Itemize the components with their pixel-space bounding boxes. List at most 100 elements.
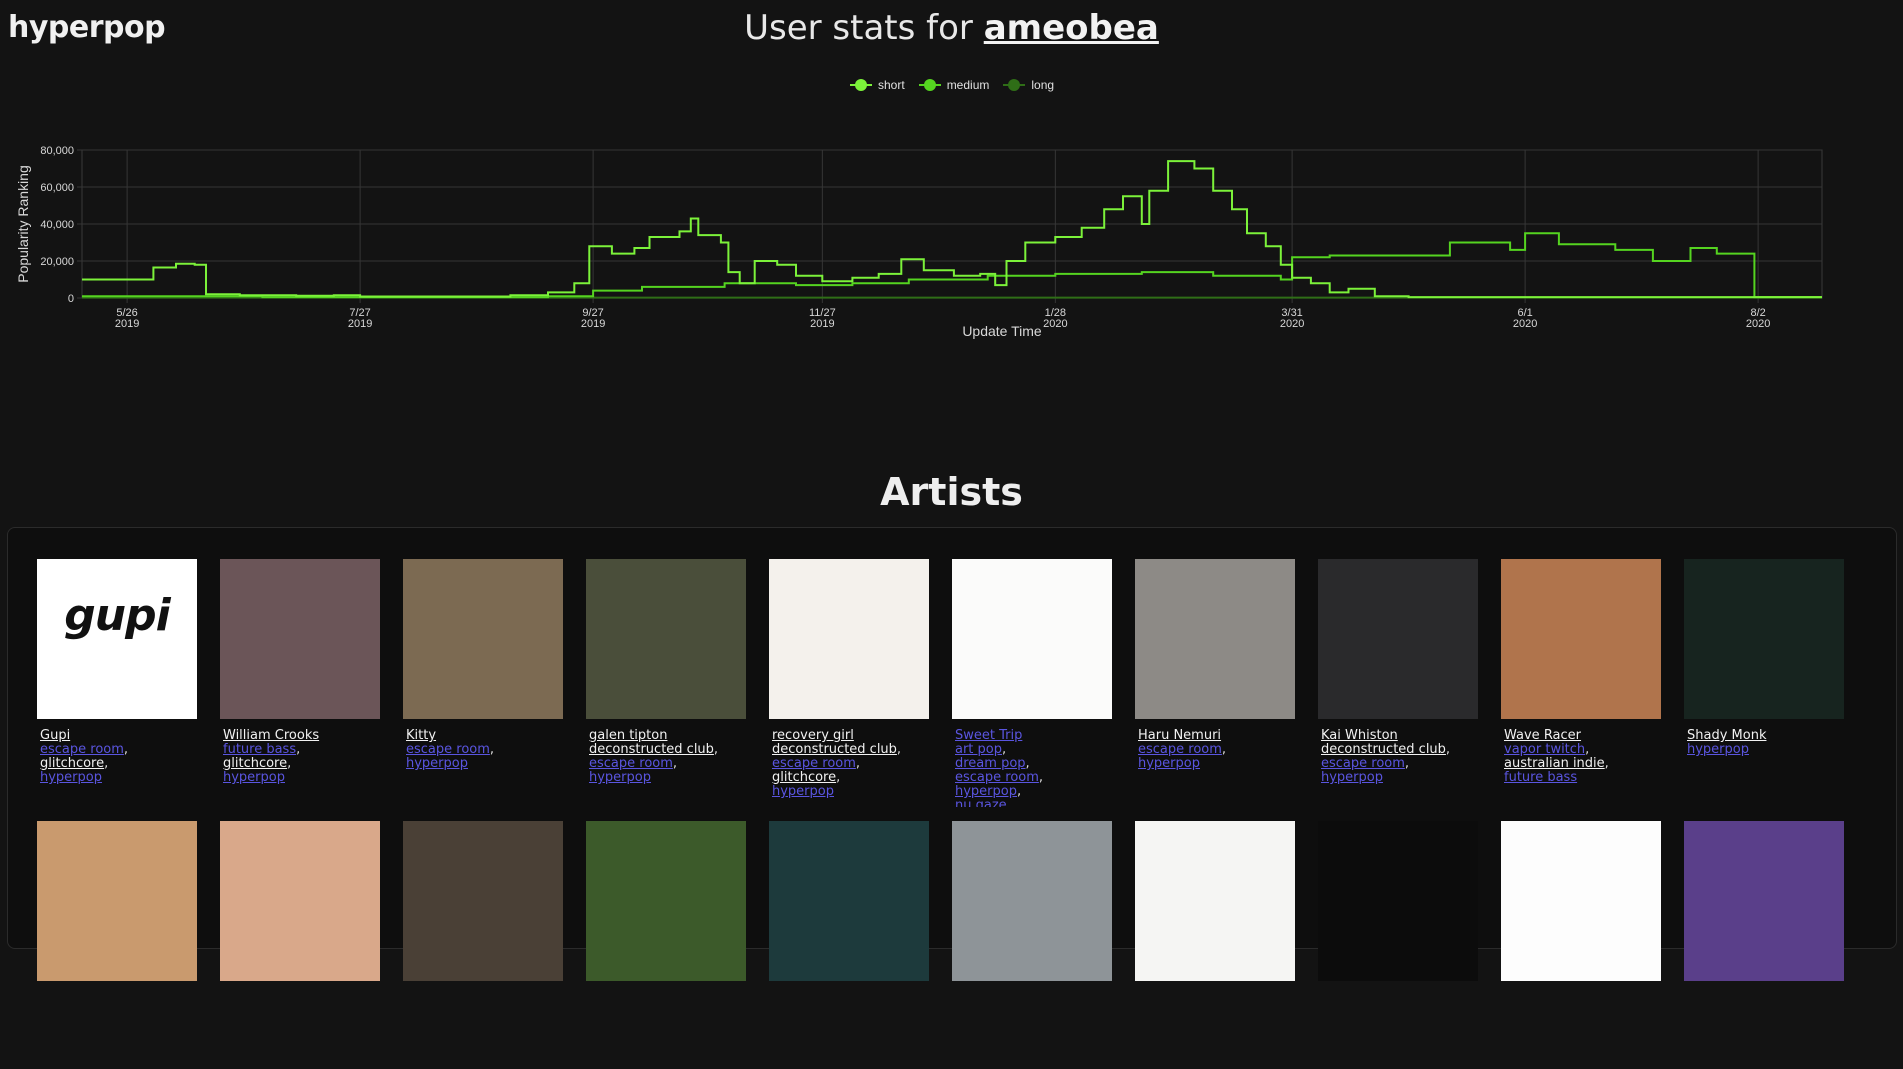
genre-link[interactable]: hyperpop: [1687, 742, 1749, 757]
artist-name-link[interactable]: Haru Nemuri: [1138, 729, 1221, 743]
genre-link[interactable]: deconstructed club: [1321, 742, 1446, 757]
x-axis-label: Update Time: [962, 323, 1042, 339]
artist-card: [1684, 821, 1844, 1069]
genre-link[interactable]: hyperpop: [589, 770, 651, 785]
artist-name-link[interactable]: Wave Racer: [1504, 729, 1581, 743]
artist-name-link[interactable]: Sweet Trip: [955, 729, 1022, 743]
artist-image[interactable]: [37, 821, 197, 981]
artist-image[interactable]: [952, 559, 1112, 719]
artist-genres: art pop, dream pop, escape room, hyperpo…: [955, 742, 1112, 808]
genre-link[interactable]: escape room: [772, 756, 856, 771]
artist-image[interactable]: [220, 559, 380, 719]
artist-image[interactable]: [586, 559, 746, 719]
artist-card: [37, 821, 197, 1069]
artist-image[interactable]: [1135, 559, 1295, 719]
artist-image[interactable]: [952, 821, 1112, 981]
artist-image[interactable]: [1135, 821, 1295, 981]
artist-image[interactable]: [1684, 559, 1844, 719]
artist-name-link[interactable]: Kitty: [406, 729, 436, 743]
artist-image[interactable]: [403, 821, 563, 981]
legend-item-short[interactable]: short: [850, 78, 905, 92]
legend-label: long: [1031, 78, 1055, 92]
artist-card: William Crooks future bass, glitchcore, h…: [220, 559, 380, 807]
legend-item-medium[interactable]: medium: [918, 78, 990, 92]
genre-link[interactable]: deconstructed club: [772, 742, 897, 757]
x-tick-year-label: 2020: [1513, 318, 1537, 330]
genre-link[interactable]: art pop: [955, 742, 1002, 757]
genre-link[interactable]: hyperpop: [1138, 756, 1200, 771]
artists-heading: Artists: [880, 470, 1023, 514]
artist-image[interactable]: [1318, 821, 1478, 981]
artist-name-link[interactable]: Kai Whiston: [1321, 729, 1398, 743]
genre-link[interactable]: glitchcore: [772, 770, 836, 785]
y-tick-label: 80,000: [40, 145, 74, 157]
genre-link[interactable]: hyperpop: [955, 784, 1017, 799]
genre-link[interactable]: future bass: [223, 742, 296, 757]
artist-image[interactable]: gupi: [37, 559, 197, 719]
artist-genres: escape room, glitchcore, hyperpop: [40, 742, 129, 785]
genre-link[interactable]: escape room: [1321, 756, 1405, 771]
artist-image[interactable]: [586, 821, 746, 981]
artist-name-link[interactable]: galen tipton: [589, 729, 667, 743]
genre-link[interactable]: escape room: [955, 770, 1039, 785]
genre-link[interactable]: hyperpop: [40, 770, 102, 785]
artist-image[interactable]: [403, 559, 563, 719]
artist-image[interactable]: [1501, 559, 1661, 719]
popularity-chart: 020,00040,00060,00080,0005/2620197/27201…: [15, 145, 1823, 339]
artist-card: Shady Monk hyperpop: [1684, 559, 1844, 807]
genre-link[interactable]: escape room: [589, 756, 673, 771]
artist-image[interactable]: [1684, 821, 1844, 981]
artist-card: [586, 821, 746, 1069]
genre-link[interactable]: dream pop: [955, 756, 1026, 771]
genre-link[interactable]: escape room: [1138, 742, 1222, 757]
legend-label: short: [878, 78, 905, 92]
artist-grid: gupi Gupi escape room, glitchcore, hyperpo…: [37, 559, 1844, 1069]
artist-genres: deconstructed club, escape room, hyperpo…: [589, 742, 719, 785]
artist-card: Kai Whiston deconstructed club, escape ro…: [1318, 559, 1478, 807]
artist-image[interactable]: [1501, 821, 1661, 981]
legend-swatch-short: [850, 79, 872, 91]
x-tick-year-label: 2019: [348, 318, 372, 330]
y-axis-label: Popularity Ranking: [15, 165, 31, 283]
genre-link[interactable]: hyperpop: [772, 784, 834, 799]
genre-link[interactable]: glitchcore: [223, 756, 287, 771]
genre-link[interactable]: hyperpop: [223, 770, 285, 785]
genre-link[interactable]: vapor twitch: [1504, 742, 1585, 757]
artist-card: recovery girl deconstructed club, escape …: [769, 559, 929, 807]
username-link[interactable]: ameobea: [984, 8, 1159, 48]
artist-image[interactable]: [220, 821, 380, 981]
x-tick-year-label: 2020: [1280, 318, 1304, 330]
genre-link[interactable]: nu gaze: [955, 798, 1007, 808]
genre-link[interactable]: hyperpop: [1321, 770, 1383, 785]
genre-link[interactable]: escape room: [406, 742, 490, 757]
x-tick-year-label: 2019: [810, 318, 834, 330]
genre-link[interactable]: escape room: [40, 742, 124, 757]
artist-image[interactable]: [769, 559, 929, 719]
series-line-short: [82, 160, 1822, 299]
genre-link[interactable]: deconstructed club: [589, 742, 714, 757]
y-tick-label: 60,000: [40, 182, 74, 194]
x-tick-year-label: 2020: [1043, 318, 1067, 330]
artist-card: Wave Racer vapor twitch, australian indie…: [1501, 559, 1661, 807]
artist-name-link[interactable]: Shady Monk: [1687, 729, 1766, 743]
legend-item-long[interactable]: long: [1003, 78, 1054, 92]
genre-link[interactable]: glitchcore: [40, 756, 104, 771]
legend-swatch-medium: [918, 79, 941, 91]
genre-link[interactable]: future bass: [1504, 770, 1577, 785]
artist-name-link[interactable]: Gupi: [40, 729, 70, 743]
artist-card: Kitty escape room, hyperpop: [403, 559, 563, 807]
artist-name-link[interactable]: recovery girl: [772, 729, 854, 743]
artist-genres: deconstructed club, escape room, hyperpo…: [1321, 742, 1451, 785]
title-prefix: User stats for: [744, 8, 973, 48]
y-tick-label: 40,000: [40, 219, 74, 231]
genre-link[interactable]: hyperpop: [406, 756, 468, 771]
genre-link[interactable]: australian indie: [1504, 756, 1605, 771]
artist-card: [403, 821, 563, 1069]
artist-name-link[interactable]: William Crooks: [223, 729, 319, 743]
artist-image[interactable]: [1318, 559, 1478, 719]
artist-genres: future bass, glitchcore, hyperpop: [223, 742, 301, 785]
artist-image[interactable]: [769, 821, 929, 981]
artist-card: gupi Gupi escape room, glitchcore, hyperpo…: [37, 559, 197, 807]
page-title: User stats for ameobea: [0, 8, 1903, 48]
legend-label: medium: [946, 78, 990, 92]
